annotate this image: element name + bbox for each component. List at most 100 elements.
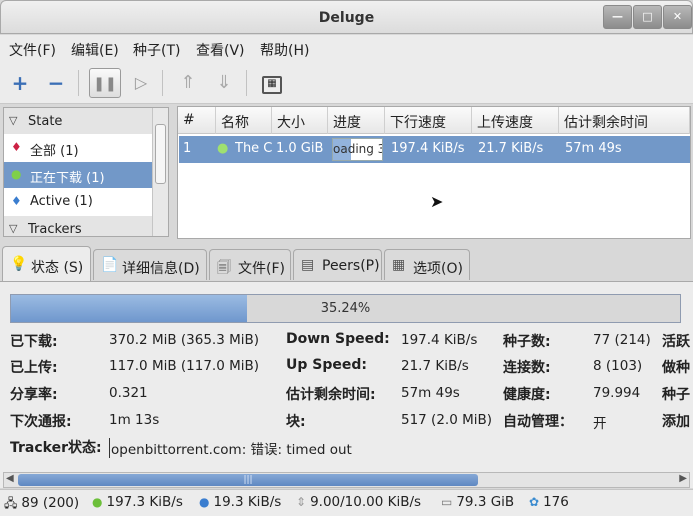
menu-edit[interactable]: 编辑(E) <box>71 40 119 60</box>
tab-details[interactable]: 📄 详细信息(D) <box>93 249 207 280</box>
close-icon: ✕ <box>672 10 683 23</box>
add-torrent-button[interactable]: + <box>5 68 35 98</box>
torrent-table: # 名称 大小 进度 下行速度 上传速度 估计剩余时间 1 ● The C 1.… <box>177 106 691 239</box>
eta-label: 估计剩余时间: <box>286 387 376 403</box>
table-row[interactable]: 1 ● The C 1.0 GiB oading 3 197.4 KiB/s 2… <box>179 136 690 163</box>
tracker-status-value[interactable]: openbittorrent.com: 错误: timed out <box>109 438 352 458</box>
window-title: Deluge <box>318 10 375 26</box>
menu-file[interactable]: 文件(F) <box>9 40 56 60</box>
tab-label: 文件(F) <box>238 261 285 277</box>
sidebar-item-downloading[interactable]: ● 正在下载 (1) <box>4 162 152 188</box>
column-header-down-speed[interactable]: 下行速度 <box>385 107 472 134</box>
title-bar: Deluge — □ ✕ <box>0 0 693 34</box>
sidebar-item-label: 正在下载 (1) <box>30 171 105 186</box>
next-announce-value: 1m 13s <box>109 412 160 428</box>
next-announce-label: 下次通报: <box>10 414 72 430</box>
seeding-time-label: 做种 <box>662 360 690 376</box>
sidebar-header-state[interactable]: ▽ State <box>4 108 152 134</box>
tab-label: Peers(P) <box>322 258 380 274</box>
statusbar-download[interactable]: ● 197.3 KiB/s <box>92 494 183 510</box>
panel-horizontal-scrollbar[interactable]: ◀ ||| ▶ <box>3 472 690 488</box>
traffic-icon: ⇕ <box>296 495 307 509</box>
all-icon: ♦ <box>11 140 22 154</box>
expand-triangle-icon: ▽ <box>9 114 18 127</box>
arrow-up-icon: ⇑ <box>180 72 196 93</box>
sidebar-item-label: Active (1) <box>30 194 93 209</box>
row-progress-bar: oading 3 <box>332 138 383 161</box>
column-header-number[interactable]: # <box>178 107 216 134</box>
sidebar-header-label: State <box>28 114 63 129</box>
statusbar-connections[interactable]: 🖧 89 (200) <box>4 494 79 515</box>
play-icon: ▷ <box>134 73 148 92</box>
menu-view[interactable]: 查看(V) <box>196 40 245 60</box>
minimize-icon: — <box>612 10 623 23</box>
download-speed-value: 197.3 KiB/s <box>106 494 183 510</box>
column-header-size[interactable]: 大小 <box>272 107 328 134</box>
arrow-down-icon: ⇓ <box>216 72 232 93</box>
close-button[interactable]: ✕ <box>663 5 692 29</box>
free-space-value: 79.3 GiB <box>456 494 515 510</box>
sidebar-header-trackers[interactable]: ▽ Trackers <box>4 216 152 236</box>
queue-up-button[interactable]: ⇑ <box>173 68 203 98</box>
pieces-value: 517 (2.0 MiB) <box>401 412 493 428</box>
statusbar-dht: ✿ 176 <box>529 494 569 510</box>
row-progress-text: oading 3 <box>333 142 383 156</box>
tab-label: 选项(O) <box>413 261 463 277</box>
tab-options[interactable]: ▦ 选项(O) <box>384 249 470 280</box>
column-header-up-speed[interactable]: 上传速度 <box>472 107 559 134</box>
seed-rank-label: 种子 <box>662 387 690 403</box>
toolbar-separator <box>78 70 79 96</box>
column-header-progress[interactable]: 进度 <box>328 107 385 134</box>
uploaded-label: 已上传: <box>10 360 58 376</box>
peers-value: 8 (103) <box>593 358 643 374</box>
sidebar-scrollbar[interactable] <box>152 108 168 236</box>
preferences-icon: ▦ <box>262 76 282 94</box>
menu-help[interactable]: 帮助(H) <box>260 40 309 60</box>
details-tabs: 💡 状态 (S) 📄 详细信息(D) 🗐 文件(F) ▤ Peers(P) ▦ … <box>0 246 693 281</box>
mouse-pointer-icon: ➤ <box>430 192 444 211</box>
pause-icon: ❚❚ <box>93 76 117 92</box>
queue-down-button[interactable]: ⇓ <box>209 68 239 98</box>
toolbar-separator <box>162 70 163 96</box>
down-speed-label: Down Speed: <box>286 331 390 347</box>
details-icon: 📄 <box>101 257 119 273</box>
column-header-name[interactable]: 名称 <box>216 107 272 134</box>
maximize-button[interactable]: □ <box>633 5 662 29</box>
downloaded-value: 370.2 MiB (365.3 MiB) <box>109 332 260 348</box>
column-header-eta[interactable]: 估计剩余时间 <box>559 107 690 134</box>
row-eta: 57m 49s <box>565 141 622 156</box>
preferences-button[interactable]: ▦ <box>257 68 287 98</box>
remove-torrent-button[interactable]: − <box>41 68 71 98</box>
peers-icon: ▤ <box>301 257 315 273</box>
sidebar-item-active[interactable]: ♦ Active (1) <box>4 189 152 215</box>
files-icon: 🗐 <box>217 260 231 276</box>
statusbar-upload[interactable]: ● 19.3 KiB/s <box>199 494 281 510</box>
menu-torrent[interactable]: 种子(T) <box>133 40 180 60</box>
panel-scroll-thumb[interactable]: ||| <box>18 474 478 486</box>
downloading-icon: ● <box>11 167 22 181</box>
scroll-left-icon[interactable]: ◀ <box>6 473 14 484</box>
sidebar-scroll-thumb[interactable] <box>155 124 166 184</box>
pieces-label: 块: <box>286 414 306 430</box>
status-panel: 35.24% 已下载: 370.2 MiB (365.3 MiB) 已上传: 1… <box>0 281 693 488</box>
resume-button[interactable]: ▷ <box>126 68 156 98</box>
pause-button[interactable]: ❚❚ <box>89 68 121 98</box>
row-size: 1.0 GiB <box>276 141 324 156</box>
tab-status[interactable]: 💡 状态 (S) <box>2 246 91 281</box>
auto-managed-value: 开 <box>593 416 607 432</box>
upload-speed-value: 19.3 KiB/s <box>213 494 282 510</box>
toolbar-separator <box>246 70 247 96</box>
protocol-traffic-value: 9.00/10.00 KiB/s <box>310 494 422 510</box>
downloaded-label: 已下载: <box>10 334 58 350</box>
seeds-value: 77 (214) <box>593 332 651 348</box>
statusbar-protocol-traffic[interactable]: ⇕ 9.00/10.00 KiB/s <box>296 494 421 510</box>
ratio-label: 分享率: <box>10 387 58 403</box>
minimize-button[interactable]: — <box>603 5 632 29</box>
downloading-icon: ● <box>217 141 229 156</box>
tab-files[interactable]: 🗐 文件(F) <box>209 249 291 280</box>
disk-icon: ▭ <box>441 495 453 509</box>
tab-peers[interactable]: ▤ Peers(P) <box>293 249 382 280</box>
tracker-status-label: Tracker状态: <box>10 440 102 456</box>
scroll-right-icon[interactable]: ▶ <box>679 473 687 484</box>
sidebar-item-all[interactable]: ♦ 全部 (1) <box>4 135 152 161</box>
